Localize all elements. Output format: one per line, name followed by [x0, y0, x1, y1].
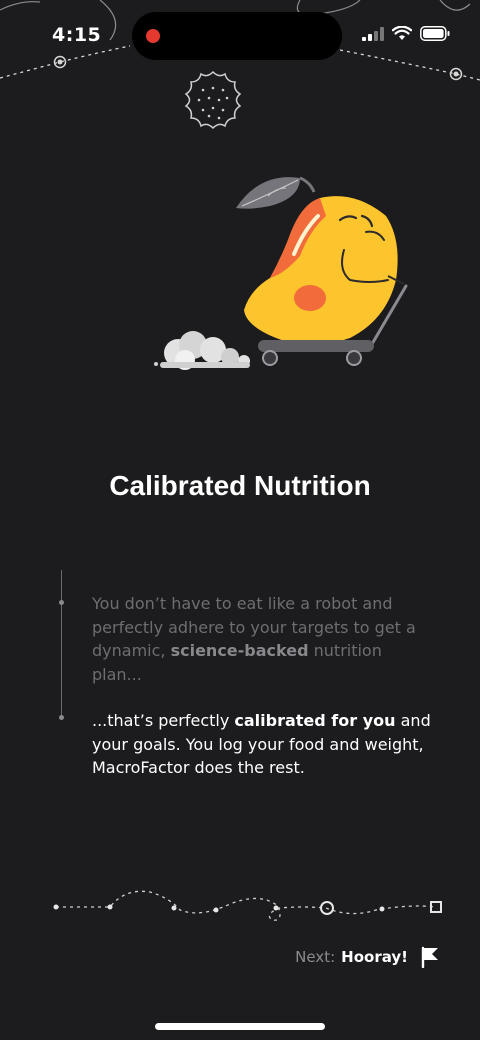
- dynamic-island: [132, 12, 342, 60]
- paragraph-1-emphasis: science-backed: [170, 641, 309, 660]
- progress-start-dot: [53, 904, 59, 910]
- progress-step-dot: [171, 905, 177, 911]
- paragraph-2-emphasis: calibrated for you: [234, 711, 396, 730]
- page-title: Calibrated Nutrition: [109, 470, 371, 501]
- progress-step-dot: [213, 907, 219, 913]
- next-prefix: Next:: [295, 948, 336, 966]
- next-button[interactable]: Next: Hooray!: [295, 946, 440, 968]
- progress-step-dot: [273, 905, 279, 911]
- status-icons: [362, 26, 450, 41]
- progress-step-dot: [107, 904, 113, 910]
- description-paragraph-1: You don’t have to eat like a robot and p…: [92, 592, 432, 686]
- progress-step-dot: [379, 906, 385, 912]
- status-bar: 4:15: [0, 0, 480, 72]
- recording-indicator: [146, 29, 160, 43]
- flag-icon: [421, 946, 438, 968]
- wifi-icon: [392, 26, 412, 40]
- hero-illustration: [154, 176, 408, 370]
- timeline-dot: [59, 715, 64, 720]
- dust-cloud: [154, 331, 250, 370]
- next-label: Hooray!: [341, 948, 408, 966]
- home-indicator[interactable]: [155, 1023, 325, 1030]
- paragraph-2-text: ...that’s perfectly: [92, 711, 230, 730]
- description-paragraph-2: ...that’s perfectly calibrated for you a…: [92, 709, 432, 780]
- status-time: 4:15: [52, 24, 102, 46]
- timeline-dot: [59, 600, 64, 605]
- progress-path: [53, 890, 442, 921]
- battery-icon: [420, 26, 450, 41]
- signal-icon: [362, 26, 384, 41]
- leaf-icon: [236, 176, 316, 209]
- timeline-line: [61, 570, 62, 720]
